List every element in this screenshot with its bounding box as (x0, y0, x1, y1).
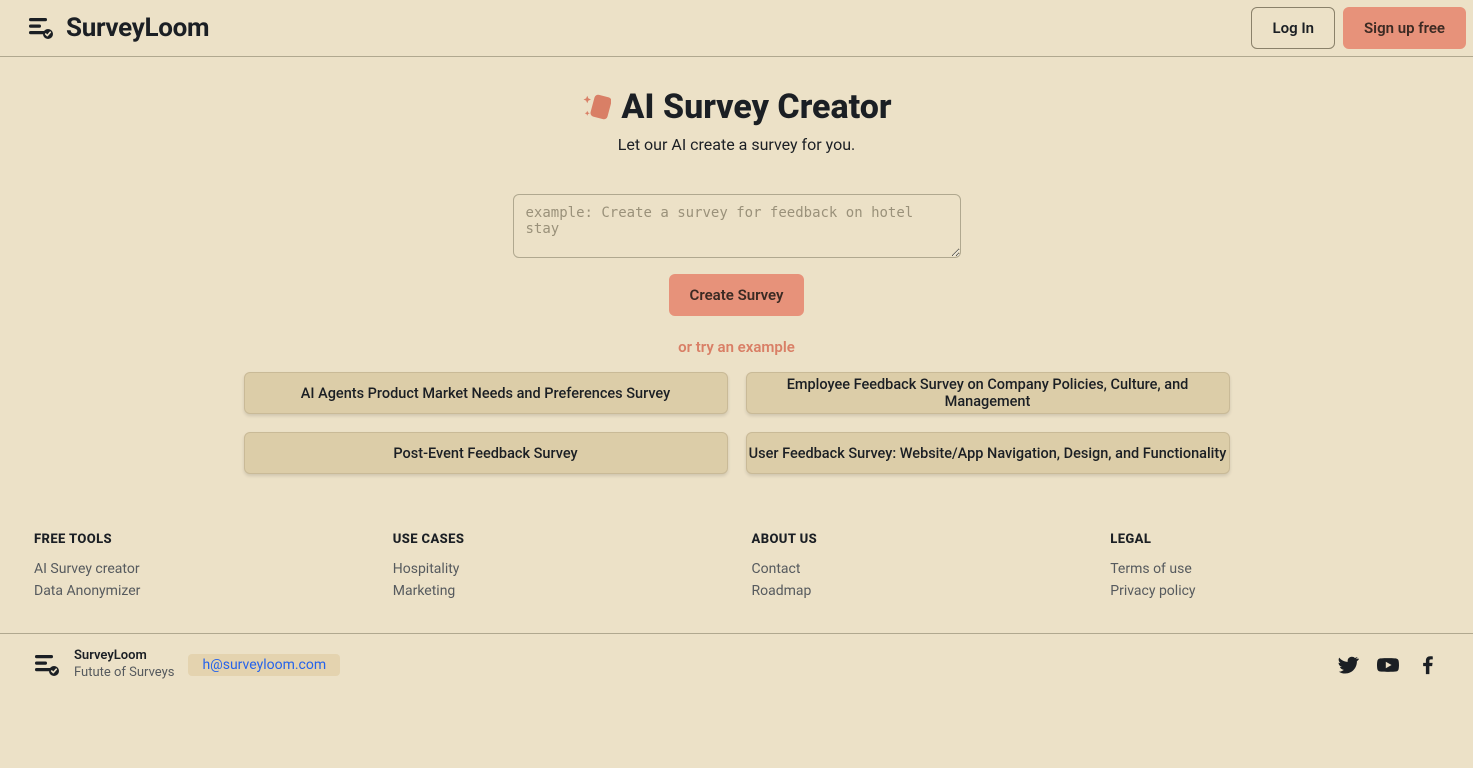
login-button[interactable]: Log In (1251, 7, 1335, 49)
footer-bar: SurveyLoom Futute of Surveys h@surveyloo… (0, 633, 1473, 706)
main: AI Survey Creator Let our AI create a su… (237, 57, 1237, 474)
footer-link[interactable]: Marketing (393, 583, 722, 599)
or-try-label: or try an example (244, 338, 1230, 356)
example-tile[interactable]: Post-Event Feedback Survey (244, 432, 728, 474)
footer-brand-text: SurveyLoom Futute of Surveys (74, 648, 174, 682)
brand-name: SurveyLoom (66, 13, 209, 43)
footer-link[interactable]: AI Survey creator (34, 561, 363, 577)
logo-icon (34, 652, 60, 678)
survey-prompt-input[interactable] (513, 194, 961, 258)
footer-link[interactable]: Contact (752, 561, 1081, 577)
brand[interactable]: SurveyLoom (28, 13, 209, 43)
page-title-row: AI Survey Creator (244, 87, 1230, 127)
footer-brand: SurveyLoom Futute of Surveys (34, 648, 174, 682)
twitter-icon[interactable] (1337, 654, 1359, 676)
footer-link[interactable]: Data Anonymizer (34, 583, 363, 599)
footer-heading: LEGAL (1110, 532, 1439, 547)
example-tile[interactable]: Employee Feedback Survey on Company Poli… (746, 372, 1230, 414)
logo-icon (28, 15, 54, 41)
create-survey-button[interactable]: Create Survey (669, 274, 805, 316)
footer-col-about-us: ABOUT US Contact Roadmap (752, 532, 1081, 605)
magic-wand-icon (581, 92, 611, 122)
header-actions: Log In Sign up free (1251, 7, 1466, 49)
footer-col-use-cases: USE CASES Hospitality Marketing (393, 532, 722, 605)
youtube-icon[interactable] (1377, 654, 1399, 676)
signup-button[interactable]: Sign up free (1343, 7, 1466, 49)
footer-heading: ABOUT US (752, 532, 1081, 547)
footer-link[interactable]: Roadmap (752, 583, 1081, 599)
footer-brand-tagline: Futute of Surveys (74, 665, 174, 682)
footer-heading: FREE TOOLS (34, 532, 363, 547)
footer-link[interactable]: Hospitality (393, 561, 722, 577)
example-tile[interactable]: User Feedback Survey: Website/App Naviga… (746, 432, 1230, 474)
facebook-icon[interactable] (1417, 654, 1439, 676)
example-grid: AI Agents Product Market Needs and Prefe… (244, 372, 1230, 474)
contact-email[interactable]: h@surveyloom.com (188, 654, 340, 676)
footer-col-legal: LEGAL Terms of use Privacy policy (1110, 532, 1439, 605)
footer-link[interactable]: Terms of use (1110, 561, 1439, 577)
footer-brand-name: SurveyLoom (74, 648, 174, 665)
footer-link[interactable]: Privacy policy (1110, 583, 1439, 599)
footer-left: SurveyLoom Futute of Surveys h@surveyloo… (34, 648, 340, 682)
footer-col-free-tools: FREE TOOLS AI Survey creator Data Anonym… (34, 532, 363, 605)
example-tile[interactable]: AI Agents Product Market Needs and Prefe… (244, 372, 728, 414)
footer-heading: USE CASES (393, 532, 722, 547)
page-title: AI Survey Creator (621, 87, 891, 127)
footer-links: FREE TOOLS AI Survey creator Data Anonym… (0, 488, 1473, 633)
social-links (1337, 654, 1439, 676)
header: SurveyLoom Log In Sign up free (0, 0, 1473, 57)
page-subtitle: Let our AI create a survey for you. (244, 135, 1230, 154)
